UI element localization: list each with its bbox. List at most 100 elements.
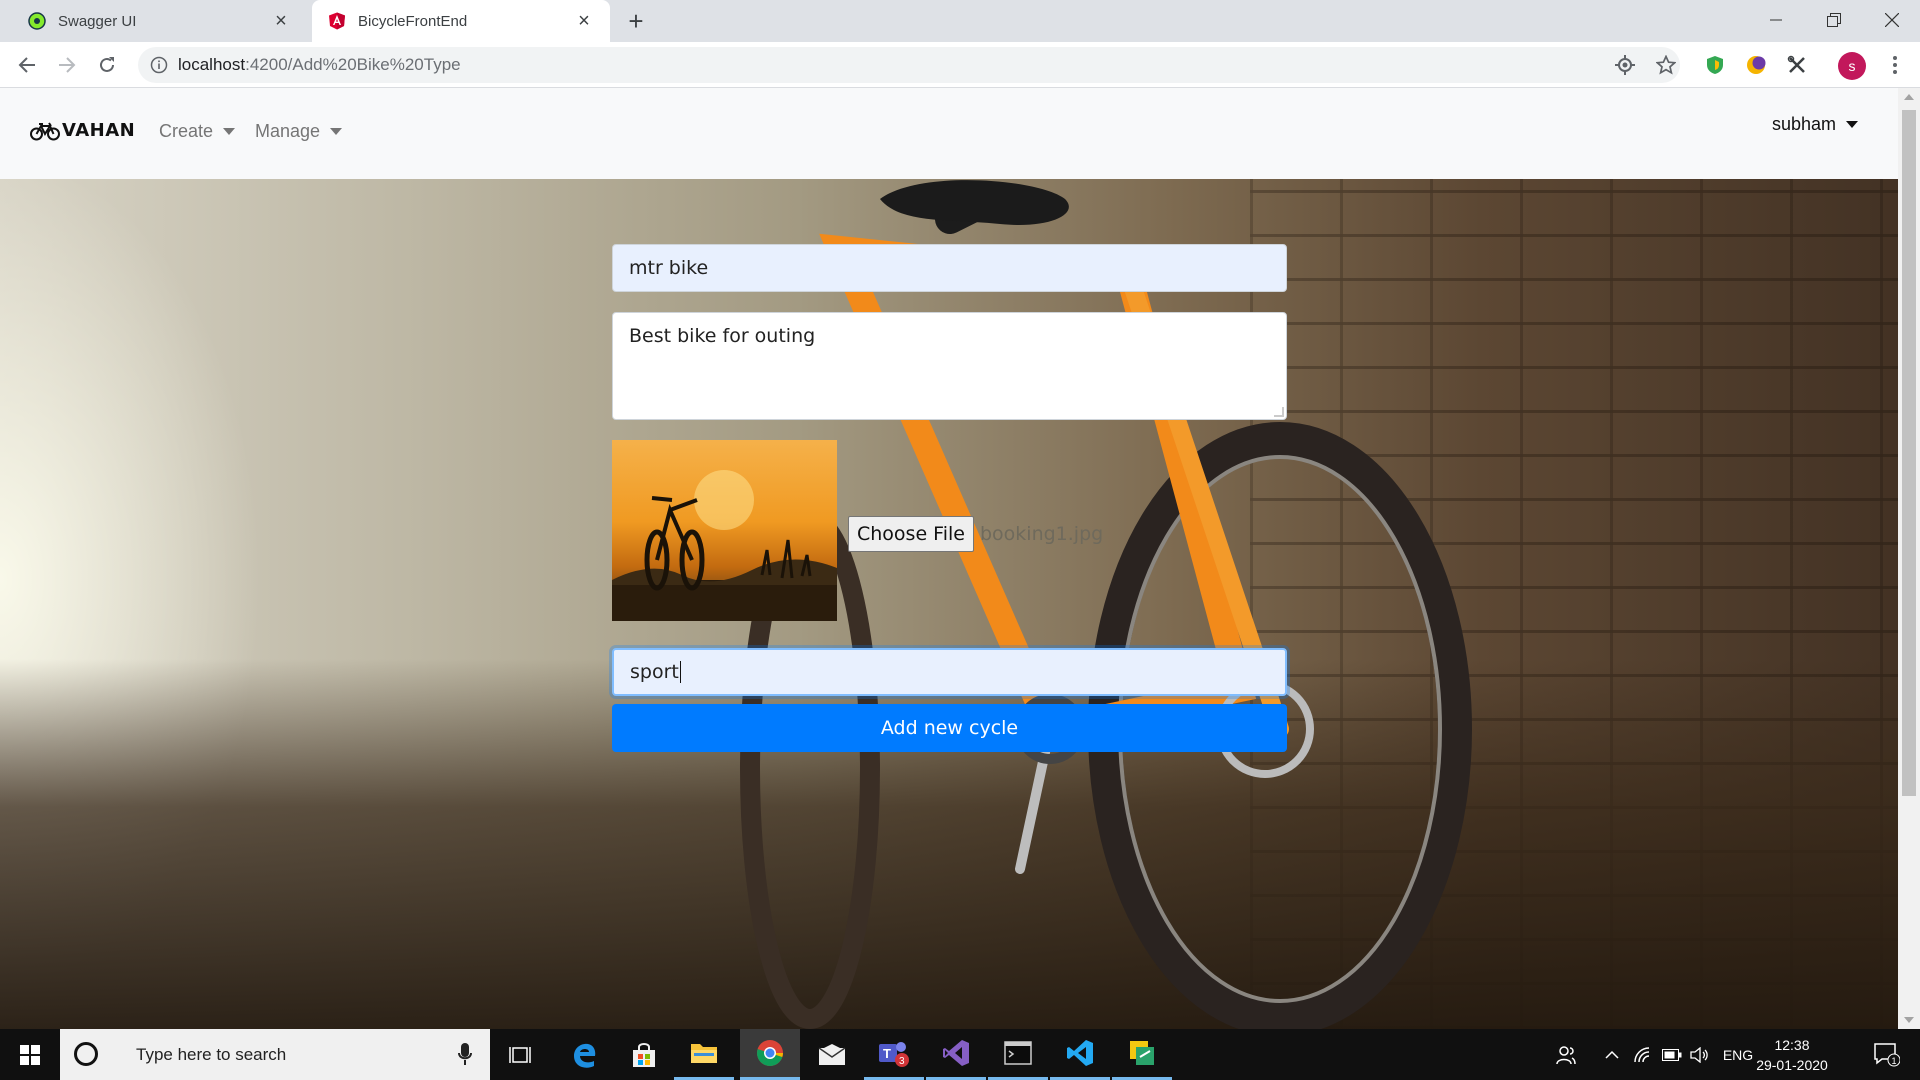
minimize-icon: [1770, 19, 1782, 21]
arrow-left-icon: [18, 57, 35, 73]
taskbar-mail[interactable]: [802, 1029, 862, 1080]
scroll-down-icon[interactable]: [1904, 1017, 1914, 1023]
microphone-icon[interactable]: [458, 1043, 472, 1065]
app-navbar: VAHAN Create Manage subham: [0, 88, 1898, 179]
extension-tools-button[interactable]: [1782, 50, 1812, 80]
nav-create-label: Create: [159, 121, 214, 141]
forward-button[interactable]: [52, 50, 82, 80]
bike-description-textarea[interactable]: Best bike for outing: [612, 312, 1287, 420]
profile-avatar[interactable]: s: [1838, 52, 1866, 80]
close-tab-icon[interactable]: ×: [271, 10, 291, 32]
cortana-icon: [74, 1042, 98, 1066]
location-button[interactable]: [1610, 50, 1640, 80]
user-name: subham: [1772, 114, 1837, 134]
back-button[interactable]: [12, 50, 42, 80]
taskbar-search-box[interactable]: Type here to search: [60, 1029, 490, 1080]
image-preview: [612, 440, 837, 621]
clock-date: 29-01-2020: [1756, 1057, 1828, 1073]
chrome-icon: [757, 1040, 783, 1066]
caret-down-icon: [1846, 121, 1859, 128]
nav-manage-label: Manage: [255, 121, 321, 141]
tab-bicyclefrontend[interactable]: BicycleFrontEnd ×: [312, 0, 610, 42]
taskbar-teams[interactable]: T3: [864, 1029, 924, 1080]
restore-window-button[interactable]: [1814, 0, 1854, 40]
scroll-up-icon[interactable]: [1904, 94, 1914, 100]
chrome-menu-button[interactable]: [1880, 50, 1910, 80]
vscode-icon: [1067, 1040, 1093, 1066]
extension-shield-button[interactable]: [1700, 50, 1730, 80]
bookmark-button[interactable]: [1651, 50, 1681, 80]
reload-button[interactable]: [92, 50, 122, 80]
swagger-favicon-icon: [28, 12, 46, 30]
location-target-icon: [1615, 55, 1635, 75]
teams-badge-count: 3: [899, 1056, 905, 1067]
tray-overflow-button[interactable]: [1600, 1029, 1624, 1080]
restore-icon: [1827, 13, 1841, 27]
moon-icon: [1747, 56, 1766, 74]
taskbar-terminal[interactable]: [988, 1029, 1048, 1080]
add-new-cycle-button[interactable]: Add new cycle: [612, 704, 1287, 752]
extension-moon-button[interactable]: [1741, 50, 1771, 80]
taskbar-store[interactable]: [614, 1029, 674, 1080]
bike-name-input[interactable]: mtr bike: [612, 244, 1287, 292]
battery-icon: [1662, 1048, 1682, 1061]
action-center-button[interactable]: 1: [1862, 1029, 1912, 1080]
bicycle-icon: [30, 121, 60, 140]
taskbar-clock[interactable]: 12:38 29-01-2020: [1748, 1035, 1836, 1075]
taskbar-chrome[interactable]: [740, 1029, 800, 1080]
store-bag-icon: [633, 1042, 655, 1067]
volume-button[interactable]: [1688, 1029, 1712, 1080]
bicycle-illustration: [740, 180, 1472, 1029]
nav-manage-dropdown[interactable]: Manage: [255, 121, 343, 142]
selected-file-name: booking1.jpg: [979, 523, 1104, 545]
battery-button[interactable]: [1660, 1029, 1684, 1080]
edge-icon: [574, 1043, 596, 1068]
chevron-up-icon: [1605, 1050, 1619, 1059]
tab-swagger-ui[interactable]: Swagger UI ×: [12, 0, 307, 42]
taskbar-vscode[interactable]: [1050, 1029, 1110, 1080]
taskbar-file-explorer[interactable]: [674, 1029, 734, 1080]
notification-count: 1: [1892, 1056, 1897, 1066]
file-upload[interactable]: Choose File booking1.jpg: [848, 516, 1103, 552]
brand-logo[interactable]: VAHAN: [30, 120, 135, 141]
notification-icon: 1: [1874, 1042, 1900, 1066]
browser-tab-strip: Swagger UI × BicycleFrontEnd × +: [0, 0, 1920, 42]
user-dropdown[interactable]: subham: [1772, 114, 1859, 135]
info-icon[interactable]: [150, 56, 168, 74]
tab-title: BicycleFrontEnd: [358, 12, 468, 30]
task-view-icon: [509, 1046, 531, 1063]
reload-icon: [100, 57, 114, 72]
angular-favicon-icon: [329, 12, 345, 30]
background-image: [0, 179, 1898, 1029]
url-path: :4200/Add%20Bike%20Type: [245, 55, 461, 74]
scrollbar-thumb[interactable]: [1902, 110, 1916, 796]
clock-time: 12:38: [1774, 1037, 1810, 1053]
taskbar-visual-studio[interactable]: [926, 1029, 986, 1080]
network-button[interactable]: [1630, 1029, 1654, 1080]
tab-title: Swagger UI: [58, 12, 137, 30]
terminal-icon: [1004, 1041, 1032, 1065]
nav-create-dropdown[interactable]: Create: [159, 121, 236, 142]
app-window-icon: [1130, 1041, 1154, 1065]
page-scrollbar[interactable]: [1898, 88, 1920, 1029]
bike-description-value: Best bike for outing: [629, 325, 816, 347]
new-tab-button[interactable]: +: [622, 8, 650, 34]
text-cursor: [679, 661, 681, 683]
wifi-icon: [1634, 1046, 1650, 1062]
task-view-button[interactable]: [490, 1029, 550, 1080]
visual-studio-icon: [943, 1040, 969, 1066]
taskbar-edge[interactable]: [554, 1029, 614, 1080]
bike-silhouette-photo: [612, 470, 837, 621]
resize-handle-icon[interactable]: [1274, 407, 1284, 417]
minimize-window-button[interactable]: [1756, 0, 1796, 40]
folder-icon: [691, 1044, 717, 1063]
address-bar[interactable]: localhost:4200/Add%20Bike%20Type: [138, 47, 1680, 83]
taskbar-app-extra[interactable]: [1112, 1029, 1172, 1080]
start-button[interactable]: [0, 1029, 60, 1080]
choose-file-button[interactable]: Choose File: [848, 516, 974, 552]
people-button[interactable]: [1552, 1029, 1580, 1080]
close-window-button[interactable]: [1872, 0, 1912, 40]
close-tab-icon[interactable]: ×: [574, 10, 594, 32]
svg-text:T: T: [883, 1046, 891, 1061]
bike-type-input[interactable]: sport: [612, 648, 1287, 696]
